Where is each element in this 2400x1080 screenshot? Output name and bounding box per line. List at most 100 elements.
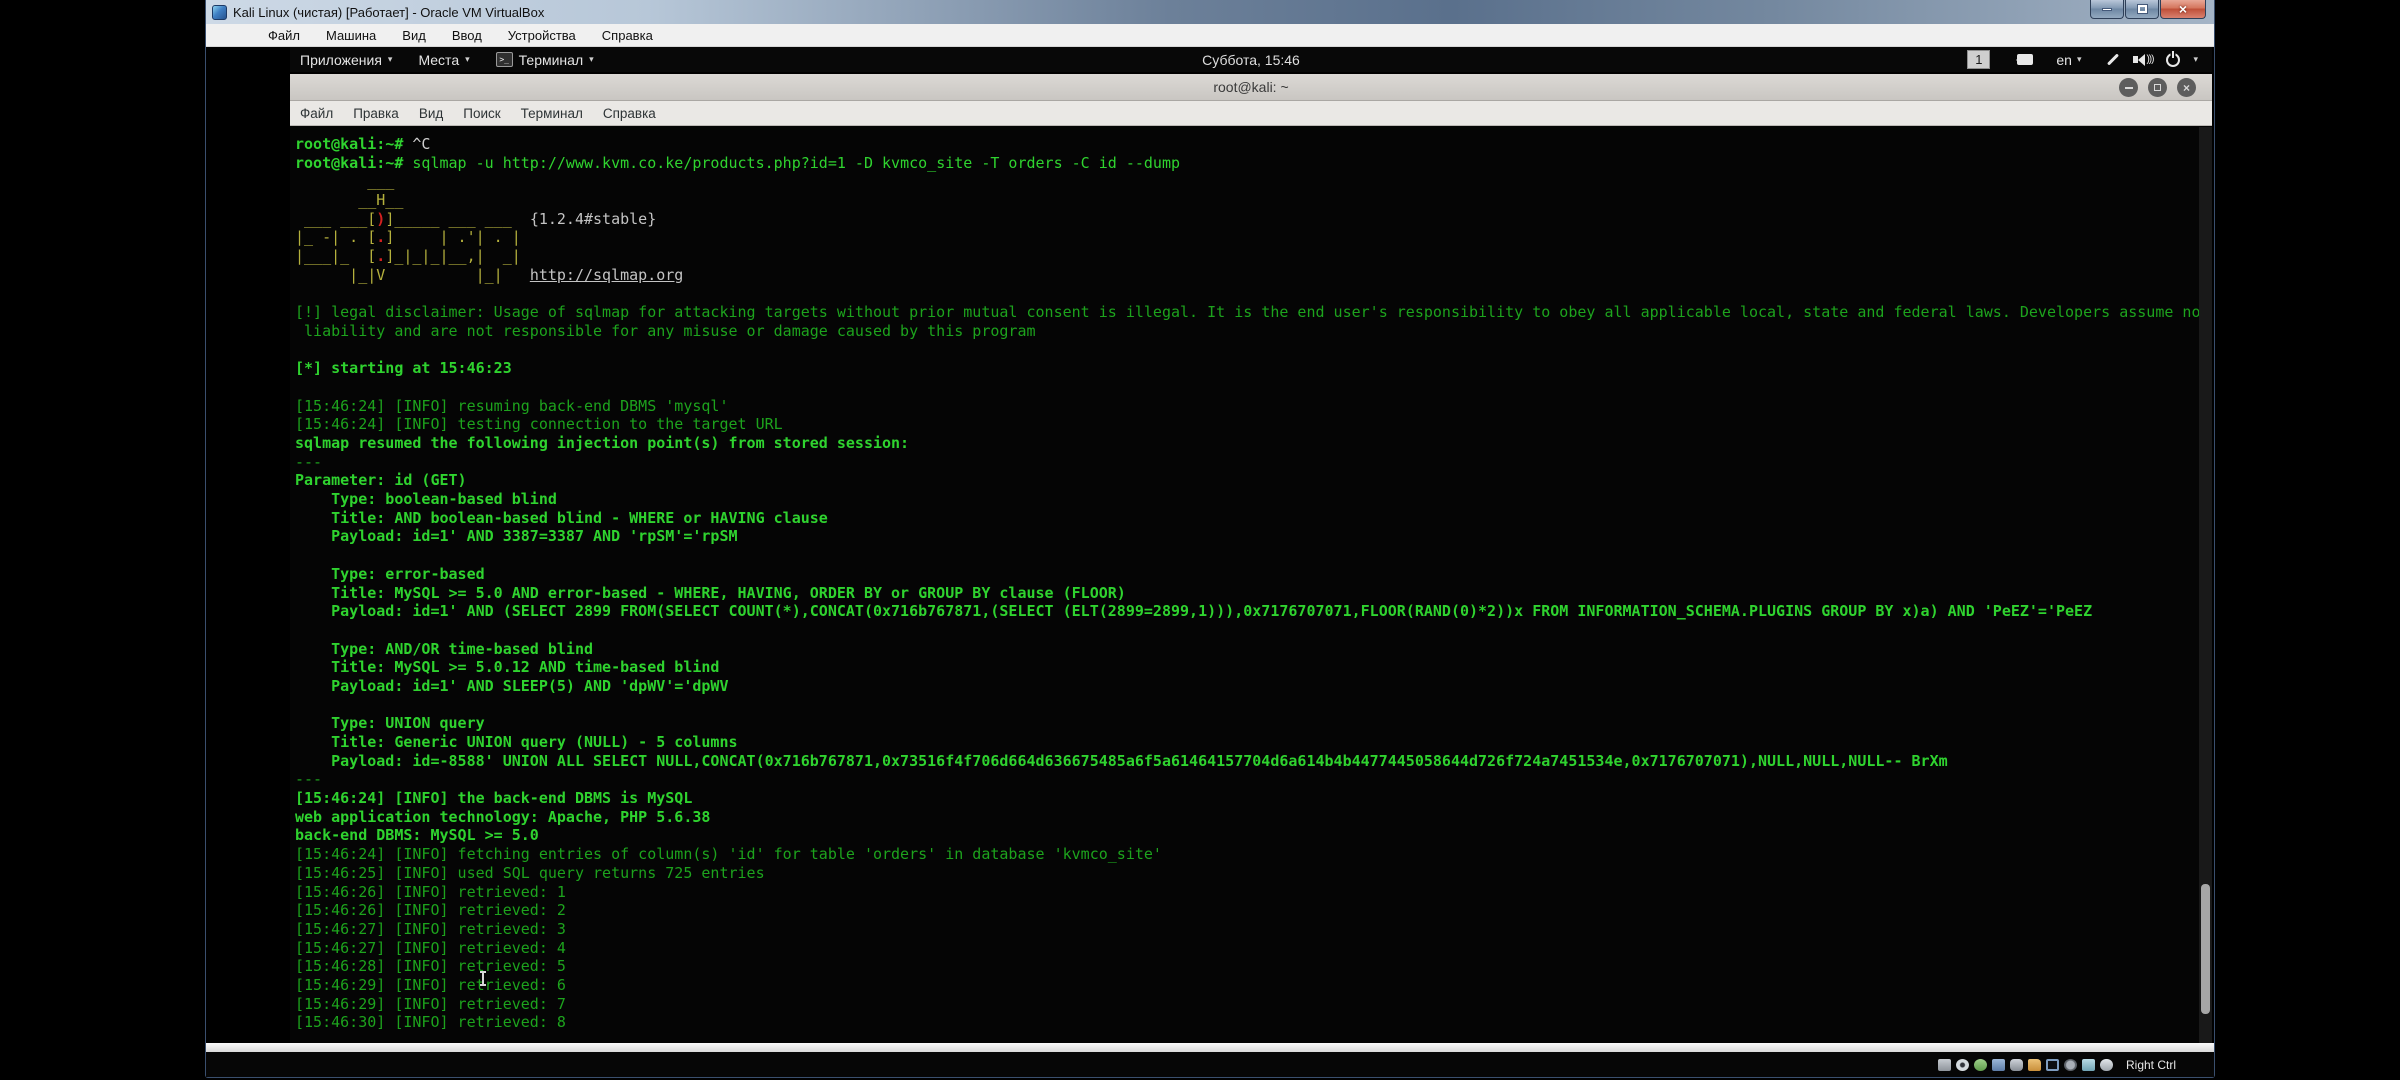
- terminal-line: Title: Generic UNION query (NULL) - 5 co…: [295, 733, 2212, 752]
- terminal-line: Payload: id=1' AND SLEEP(5) AND 'dpWV'='…: [295, 677, 2212, 696]
- terminal-line: Type: boolean-based blind: [295, 490, 2212, 509]
- vbox-menu-input[interactable]: Ввод: [452, 28, 482, 43]
- terminal-line: [295, 285, 2212, 304]
- scrollbar-thumb[interactable]: [2201, 884, 2210, 1014]
- chevron-down-icon: ▾: [465, 54, 470, 65]
- terminal-menu-label: Терминал: [519, 52, 583, 68]
- terminal-line: liability and are not responsible for an…: [295, 322, 2212, 341]
- vbox-menubar: Файл Машина Вид Ввод Устройства Справка: [206, 24, 2214, 47]
- terminal-line: back-end DBMS: MySQL >= 5.0: [295, 826, 2212, 845]
- terminal-window-controls: ×: [2119, 78, 2196, 97]
- terminal-minimize-button[interactable]: [2119, 78, 2138, 97]
- restore-button[interactable]: [2125, 0, 2159, 19]
- terminal-line: Payload: id=1' AND (SELECT 2899 FROM(SEL…: [295, 602, 2212, 621]
- terminal-line: [15:46:27] [INFO] retrieved: 3: [295, 920, 2212, 939]
- display-icon[interactable]: [2046, 1059, 2059, 1071]
- minimize-button[interactable]: [2090, 0, 2124, 19]
- vbox-menu-devices[interactable]: Устройства: [508, 28, 576, 43]
- terminal-title: root@kali: ~: [1213, 79, 1288, 95]
- terminal-line: [15:46:26] [INFO] retrieved: 1: [295, 883, 2212, 902]
- video-capture-icon[interactable]: [2064, 1059, 2077, 1071]
- close-button[interactable]: ×: [2160, 0, 2206, 19]
- applications-menu[interactable]: Приложения ▾: [300, 52, 392, 68]
- minimize-icon: [2102, 8, 2112, 11]
- terminal-line: [15:46:26] [INFO] retrieved: 2: [295, 901, 2212, 920]
- terminal-line: Type: UNION query: [295, 714, 2212, 733]
- terminal-scrollbar[interactable]: [2199, 127, 2212, 1053]
- terminal-line: ---: [295, 770, 2212, 789]
- terminal-menu-file[interactable]: Файл: [300, 106, 333, 121]
- terminal-line: [15:46:30] [INFO] retrieved: 8: [295, 1013, 2212, 1032]
- brush-icon[interactable]: [2107, 53, 2119, 65]
- volume-icon[interactable]: ))): [2133, 54, 2153, 66]
- virtualbox-app-icon: [212, 5, 227, 20]
- virtualbox-window: Kali Linux (чистая) [Работает] - Oracle …: [205, 0, 2215, 1078]
- network-icon[interactable]: [1992, 1059, 2005, 1071]
- places-menu[interactable]: Места ▾: [418, 52, 469, 68]
- close-icon: ×: [2183, 82, 2190, 94]
- terminal-menu-search[interactable]: Поиск: [463, 106, 500, 121]
- vbox-menu-file[interactable]: Файл: [268, 28, 300, 43]
- terminal-line: Payload: id=-8588' UNION ALL SELECT NULL…: [295, 752, 2212, 771]
- hard-disk-icon[interactable]: [1938, 1059, 1951, 1071]
- kali-top-panel: Приложения ▾ Места ▾ >_ Терминал ▾ Суббо…: [290, 47, 2212, 72]
- terminal-line: |_|V |_| http://sqlmap.org: [295, 266, 2212, 285]
- terminal-output[interactable]: root@kali:~# ^Croot@kali:~# sqlmap -u ht…: [290, 127, 2212, 1053]
- terminal-line: [295, 546, 2212, 565]
- mouse-integration-icon[interactable]: [2100, 1059, 2113, 1071]
- panel-chevron-down-icon[interactable]: ▾: [2193, 54, 2198, 65]
- vbox-window-controls: ×: [2089, 0, 2206, 19]
- terminal-line: [295, 378, 2212, 397]
- places-label: Места: [418, 52, 459, 68]
- shared-folders-icon[interactable]: [2028, 1059, 2041, 1071]
- chevron-down-icon: ▾: [388, 54, 393, 65]
- terminal-app-menu[interactable]: >_ Терминал ▾: [496, 52, 594, 68]
- terminal-line: Parameter: id (GET): [295, 471, 2212, 490]
- terminal-line: [!] legal disclaimer: Usage of sqlmap fo…: [295, 303, 2212, 322]
- features-icon[interactable]: [2082, 1059, 2095, 1071]
- terminal-line: [295, 696, 2212, 715]
- terminal-titlebar[interactable]: root@kali: ~ ×: [290, 74, 2212, 101]
- audio-icon[interactable]: [1974, 1059, 1987, 1071]
- terminal-menubar: Файл Правка Вид Поиск Терминал Справка: [290, 101, 2212, 126]
- vbox-titlebar[interactable]: Kali Linux (чистая) [Работает] - Oracle …: [206, 0, 2214, 24]
- terminal-line: web application technology: Apache, PHP …: [295, 808, 2212, 827]
- terminal-menu-help[interactable]: Справка: [603, 106, 656, 121]
- terminal-line: [15:46:24] [INFO] the back-end DBMS is M…: [295, 789, 2212, 808]
- volume-waves: ))): [2146, 54, 2153, 65]
- vbox-window-title: Kali Linux (чистая) [Работает] - Oracle …: [233, 5, 544, 20]
- terminal-line: __H__: [295, 191, 2212, 210]
- screen-recorder-icon[interactable]: [2017, 54, 2033, 65]
- keyboard-layout-switcher[interactable]: en ▾: [2056, 52, 2081, 68]
- terminal-menu-terminal[interactable]: Терминал: [521, 106, 583, 121]
- power-icon[interactable]: [2166, 53, 2180, 67]
- terminal-line: [295, 341, 2212, 360]
- vbox-menu-machine[interactable]: Машина: [326, 28, 376, 43]
- panel-clock[interactable]: Суббота, 15:46: [1202, 52, 1300, 68]
- terminal-line: Title: AND boolean-based blind - WHERE o…: [295, 509, 2212, 528]
- guest-screen: Приложения ▾ Места ▾ >_ Терминал ▾ Суббо…: [290, 47, 2212, 1053]
- restore-icon: [2138, 5, 2147, 13]
- terminal-line: [15:46:27] [INFO] retrieved: 4: [295, 939, 2212, 958]
- text-cursor-ibeam: [482, 972, 484, 985]
- vbox-menu-help[interactable]: Справка: [602, 28, 653, 43]
- usb-icon[interactable]: [2010, 1059, 2023, 1071]
- close-icon: ×: [2179, 2, 2187, 16]
- vbox-menu-view[interactable]: Вид: [402, 28, 426, 43]
- terminal-maximize-button[interactable]: [2148, 78, 2167, 97]
- terminal-close-button[interactable]: ×: [2177, 78, 2196, 97]
- applications-label: Приложения: [300, 52, 382, 68]
- terminal-line: [15:46:29] [INFO] retrieved: 6: [295, 976, 2212, 995]
- terminal-menu-view[interactable]: Вид: [419, 106, 443, 121]
- workspace-indicator[interactable]: 1: [1967, 50, 1990, 69]
- terminal-line: Type: AND/OR time-based blind: [295, 640, 2212, 659]
- terminal-line: Title: MySQL >= 5.0.12 AND time-based bl…: [295, 658, 2212, 677]
- terminal-menu-edit[interactable]: Правка: [353, 106, 399, 121]
- terminal-line: [15:46:29] [INFO] retrieved: 7: [295, 995, 2212, 1014]
- optical-drive-icon[interactable]: [1956, 1059, 1969, 1071]
- terminal-line: |___|_ [.]_|_|_|__,| _|: [295, 247, 2212, 266]
- terminal-line: ___ ___[)]_____ ___ ___ {1.2.4#stable}: [295, 210, 2212, 229]
- terminal-line: Payload: id=1' AND 3387=3387 AND 'rpSM'=…: [295, 527, 2212, 546]
- chevron-down-icon: ▾: [2077, 54, 2082, 65]
- terminal-line: Type: error-based: [295, 565, 2212, 584]
